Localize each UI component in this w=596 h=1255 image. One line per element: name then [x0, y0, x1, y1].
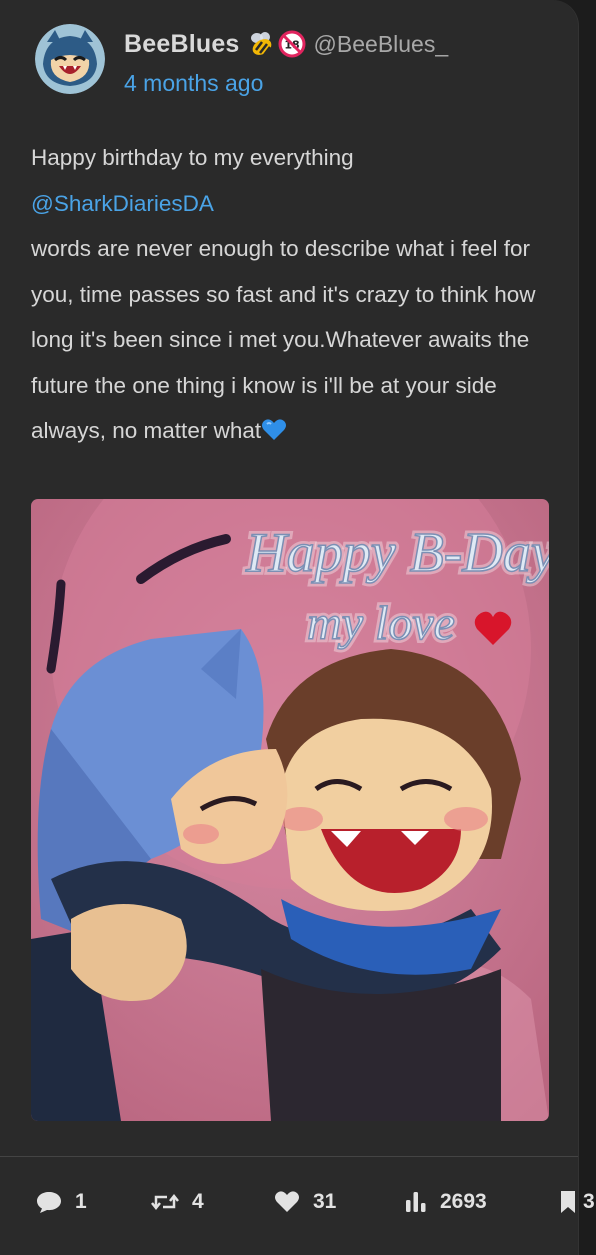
post-text: Happy birthday to my everything @SharkDi…: [31, 135, 551, 454]
comment-icon: [36, 1190, 62, 1214]
author-row: BeeBlues 18 @BeeBlues_: [124, 26, 448, 62]
image-lettering-line-2: my love: [307, 597, 455, 650]
bookmark-button[interactable]: 3: [559, 1180, 595, 1224]
post-card: BeeBlues 18 @BeeBlues_: [0, 0, 579, 1255]
repost-button[interactable]: 4: [151, 1180, 204, 1224]
bookmark-count: 3: [583, 1190, 595, 1213]
author-avatar[interactable]: [35, 24, 105, 94]
no-under-18-icon: 18: [278, 30, 306, 58]
actions-divider: [0, 1156, 578, 1157]
repost-count: 4: [192, 1190, 204, 1213]
reply-count: 1: [75, 1190, 87, 1213]
repost-icon: [151, 1190, 179, 1214]
post-text-line-1: Happy birthday to my everything: [31, 145, 354, 170]
like-button[interactable]: 31: [274, 1180, 336, 1224]
views-bars-icon: [405, 1190, 427, 1214]
post-timestamp[interactable]: 4 months ago: [124, 70, 448, 97]
bee-emoji-icon: [248, 30, 276, 58]
mention-link[interactable]: @SharkDiariesDA: [31, 191, 214, 216]
like-count: 31: [313, 1190, 337, 1213]
author-display-name[interactable]: BeeBlues: [124, 30, 240, 59]
views-count: 2693: [440, 1190, 487, 1213]
views-button[interactable]: 2693: [405, 1180, 487, 1224]
author-handle[interactable]: @BeeBlues_: [314, 31, 449, 58]
post-image[interactable]: Happy B-Day Happy B-Day my love my love: [31, 499, 549, 1121]
post-header: BeeBlues 18 @BeeBlues_: [35, 24, 448, 104]
image-lettering-line-1: Happy B-Day: [245, 522, 549, 584]
post-meta: BeeBlues 18 @BeeBlues_: [124, 26, 448, 97]
post-actions-bar: 1 4 31 2693 3: [0, 1180, 596, 1224]
heart-icon: [274, 1190, 300, 1214]
blue-heart-emoji-icon: [261, 412, 287, 440]
reply-button[interactable]: 1: [36, 1180, 87, 1224]
bookmark-icon: [559, 1190, 577, 1214]
